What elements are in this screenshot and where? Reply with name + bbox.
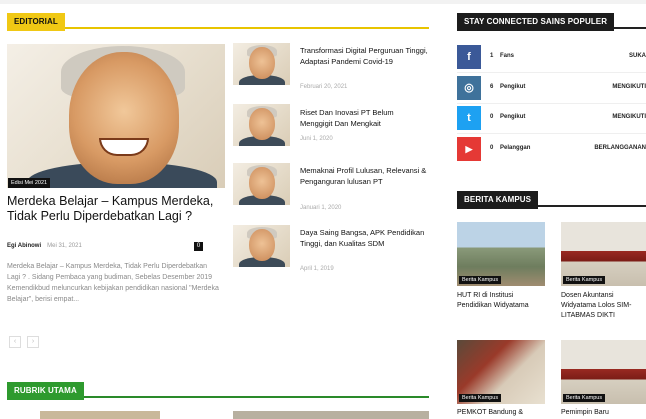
- instagram-follow-button[interactable]: MENGIKUTI: [612, 84, 646, 90]
- youtube-subscribe-button[interactable]: BERLANGGANAN: [594, 145, 646, 151]
- divider: [457, 72, 646, 73]
- featured-article-excerpt: Merdeka Belajar – Kampus Merdeka, Tidak …: [7, 263, 219, 303]
- berita-title[interactable]: PEMKOT Bandung &: [457, 408, 545, 418]
- facebook-row[interactable]: f 1 Fans SUKA: [457, 45, 646, 69]
- rubrik-section-label[interactable]: RUBRIK UTAMA: [7, 382, 84, 400]
- berita-image[interactable]: Berita Kampus: [561, 222, 646, 286]
- list-item-date: Februari 20, 2021: [300, 84, 348, 90]
- editorial-section-label[interactable]: EDITORIAL: [7, 13, 65, 31]
- list-item-title[interactable]: Daya Saing Bangsa, APK Pendidikan Tinggi…: [300, 227, 428, 249]
- berita-category-label[interactable]: Berita Kampus: [459, 276, 502, 284]
- rubrik-section-header: RUBRIK UTAMA: [7, 380, 429, 400]
- featured-article-image[interactable]: [7, 44, 225, 188]
- list-item-thumbnail[interactable]: [233, 163, 290, 205]
- youtube-icon[interactable]: ▶: [457, 137, 481, 161]
- berita-category-label[interactable]: Berita Kampus: [563, 394, 606, 402]
- featured-author[interactable]: Egi Abinowi: [7, 243, 41, 249]
- facebook-count: 1 Fans: [490, 53, 515, 59]
- rubrik-teaser-image[interactable]: [233, 411, 429, 419]
- list-item-title[interactable]: Riset Dan Inovasi PT Belum Menggigit Dan…: [300, 107, 428, 129]
- berita-category-label[interactable]: Berita Kampus: [563, 276, 606, 284]
- list-item-title[interactable]: Transformasi Digital Perguruan Tinggi, A…: [300, 45, 428, 67]
- instagram-icon[interactable]: ◎: [457, 76, 481, 100]
- list-item-thumbnail[interactable]: [233, 225, 290, 267]
- list-item-thumbnail[interactable]: [233, 104, 290, 146]
- list-item-date: Juni 1, 2020: [300, 136, 333, 142]
- berita-title[interactable]: Dosen Akuntansi Widyatama Lolos SIM-LITA…: [561, 291, 646, 321]
- featured-date: Mei 31, 2021: [47, 243, 82, 249]
- social-section-header: STAY CONNECTED SAINS POPULER: [457, 11, 646, 31]
- list-item-date: Januari 1, 2020: [300, 205, 342, 211]
- berita-image[interactable]: Berita Kampus: [457, 222, 545, 286]
- prev-page-button[interactable]: ‹: [9, 336, 21, 348]
- twitter-follow-button[interactable]: MENGIKUTI: [612, 114, 646, 120]
- instagram-row[interactable]: ◎ 6 Pengikut MENGIKUTI: [457, 76, 646, 100]
- top-border: [0, 0, 646, 4]
- divider: [457, 133, 646, 134]
- facebook-like-button[interactable]: SUKA: [629, 53, 646, 59]
- featured-category-badge[interactable]: Edisi Mei 2021: [8, 178, 51, 188]
- youtube-row[interactable]: ▶ 0 Pelanggan BERLANGGANAN: [457, 137, 646, 161]
- facebook-icon[interactable]: f: [457, 45, 481, 69]
- berita-section-label[interactable]: BERITA KAMPUS: [457, 191, 539, 209]
- rubrik-teaser-image[interactable]: [40, 411, 160, 419]
- berita-image[interactable]: Berita Kampus: [561, 340, 646, 404]
- berita-title[interactable]: HUT RI di Institusi Pendidikan Widyatama: [457, 291, 545, 311]
- list-item-thumbnail[interactable]: [233, 43, 290, 85]
- next-page-button[interactable]: ›: [27, 336, 39, 348]
- instagram-count: 6 Pengikut: [490, 84, 526, 90]
- featured-article-meta: Egi Abinowi Mei 31, 2021: [7, 243, 82, 249]
- youtube-count: 0 Pelanggan: [490, 145, 531, 151]
- berita-title[interactable]: Pemimpin Baru: [561, 408, 646, 418]
- twitter-icon[interactable]: t: [457, 106, 481, 130]
- twitter-count: 0 Pengikut: [490, 114, 526, 120]
- list-item-date: April 1, 2019: [300, 266, 334, 272]
- social-section-label: STAY CONNECTED SAINS POPULER: [457, 13, 615, 31]
- berita-section-header: BERITA KAMPUS: [457, 189, 646, 209]
- featured-article-title[interactable]: Merdeka Belajar – Kampus Merdeka, Tidak …: [7, 194, 222, 224]
- editorial-section-header: EDITORIAL: [7, 11, 429, 31]
- twitter-row[interactable]: t 0 Pengikut MENGIKUTI: [457, 106, 646, 130]
- divider: [457, 103, 646, 104]
- berita-category-label[interactable]: Berita Kampus: [459, 394, 502, 402]
- berita-image[interactable]: Berita Kampus: [457, 340, 545, 404]
- list-item-title[interactable]: Memaknai Profil Lulusan, Relevansi & Pen…: [300, 165, 428, 187]
- featured-comment-count[interactable]: 0: [194, 242, 203, 251]
